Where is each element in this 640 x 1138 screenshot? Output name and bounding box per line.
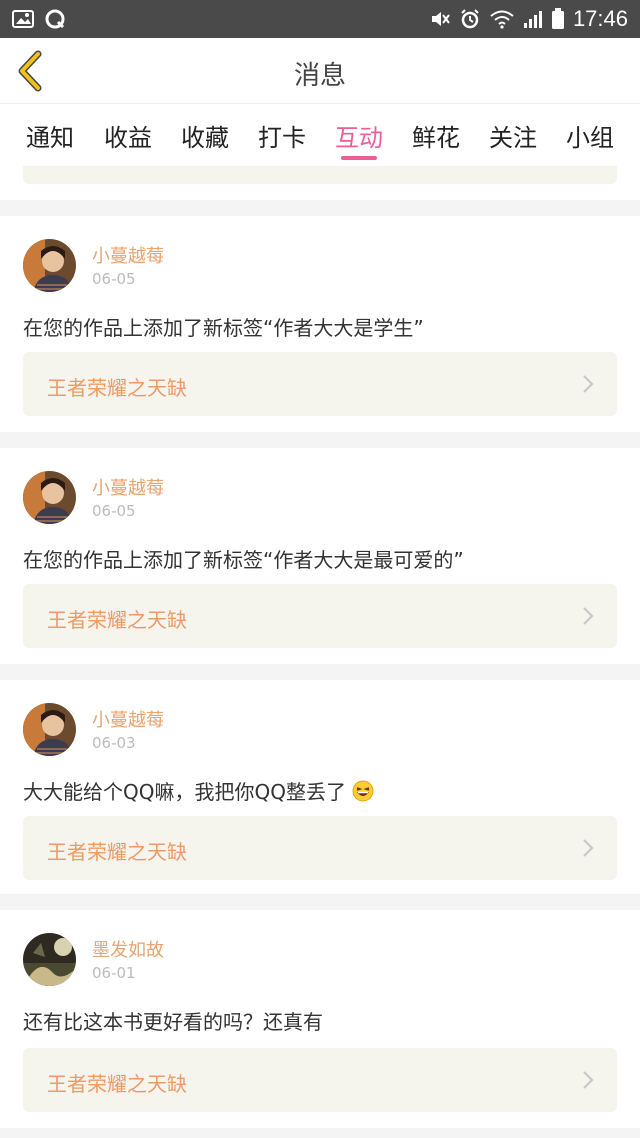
- work-title: 王者荣耀之天缺: [47, 1072, 187, 1096]
- tab-follow[interactable]: 关注: [489, 118, 537, 153]
- avatar-scenery-icon: [23, 933, 76, 986]
- message-card: 小蔓越莓 06-05 在您的作品上添加了新标签“作者大大是学生” 王者荣耀之天缺: [0, 216, 640, 432]
- signal-icon: [523, 11, 542, 28]
- work-title: 王者荣耀之天缺: [47, 840, 187, 864]
- message-date: 06-05: [92, 270, 136, 288]
- work-title: 王者荣耀之天缺: [47, 608, 187, 632]
- battery-icon: [551, 8, 564, 29]
- qq-icon: [45, 9, 65, 29]
- avatar[interactable]: [23, 471, 76, 524]
- avatar-girl-icon: [23, 239, 76, 292]
- chevron-right-icon: [583, 1071, 594, 1089]
- work-link[interactable]: 王者荣耀之天缺: [23, 352, 617, 416]
- message-card: 小蔓越莓 06-03 大大能给个QQ嘛，我把你QQ整丢了 王者荣耀之天缺: [0, 680, 640, 894]
- active-tab-indicator: [341, 156, 377, 160]
- username[interactable]: 小蔓越莓: [92, 706, 164, 732]
- message-text: 还有比这本书更好看的吗？还真有: [23, 1010, 323, 1034]
- message-date: 06-03: [92, 734, 136, 752]
- status-left: [12, 8, 66, 30]
- alarm-icon: [461, 9, 479, 29]
- chevron-right-icon: [583, 839, 594, 857]
- message-card: 墨发如故 06-01 还有比这本书更好看的吗？还真有 王者荣耀之天缺: [0, 910, 640, 1128]
- wifi-icon: [490, 10, 514, 29]
- laughing-emoji-icon: [352, 780, 374, 802]
- work-link[interactable]: 王者荣耀之天缺: [23, 584, 617, 648]
- message-text: 在您的作品上添加了新标签“作者大大是学生”: [23, 316, 424, 340]
- username[interactable]: 小蔓越莓: [92, 242, 164, 268]
- tab-group[interactable]: 小组: [566, 118, 614, 153]
- message-text-row: 大大能给个QQ嘛，我把你QQ整丢了: [23, 776, 374, 805]
- message-date: 06-05: [92, 502, 136, 520]
- message-text: 大大能给个QQ嘛，我把你QQ整丢了: [23, 780, 346, 804]
- status-time: 17:46: [572, 6, 628, 31]
- avatar[interactable]: [23, 933, 76, 986]
- tab-favorites[interactable]: 收藏: [181, 118, 229, 153]
- tab-interaction[interactable]: 互动: [335, 118, 383, 153]
- avatar-girl-icon: [23, 471, 76, 524]
- avatar[interactable]: [23, 239, 76, 292]
- tab-flowers[interactable]: 鲜花: [412, 118, 460, 153]
- avatar-girl-icon: [23, 703, 76, 756]
- message-text: 在您的作品上添加了新标签“作者大大是最可爱的”: [23, 548, 464, 572]
- previous-card-partial: [0, 166, 640, 200]
- image-icon: [12, 10, 34, 28]
- work-link[interactable]: 王者荣耀之天缺: [23, 816, 617, 880]
- tab-earnings[interactable]: 收益: [104, 118, 152, 153]
- tab-checkin[interactable]: 打卡: [258, 118, 306, 153]
- status-bar: 17:46: [0, 0, 640, 38]
- tab-bar: 通知 收益 收藏 打卡 互动 鲜花 关注 小组: [0, 104, 640, 166]
- tab-notify[interactable]: 通知: [26, 118, 74, 153]
- page-title: 消息: [293, 61, 346, 91]
- username[interactable]: 小蔓越莓: [92, 474, 164, 500]
- work-link[interactable]: 王者荣耀之天缺: [23, 1048, 617, 1112]
- chevron-right-icon: [583, 607, 594, 625]
- message-card: 小蔓越莓 06-05 在您的作品上添加了新标签“作者大大是最可爱的” 王者荣耀之…: [0, 448, 640, 664]
- mute-icon: [431, 12, 450, 26]
- message-date: 06-01: [92, 964, 136, 982]
- navbar: 消息: [0, 38, 640, 104]
- previous-work-link[interactable]: [23, 166, 617, 184]
- chevron-right-icon: [583, 375, 594, 393]
- username[interactable]: 墨发如故: [92, 936, 164, 962]
- status-right: 17:46: [429, 6, 628, 32]
- work-title: 王者荣耀之天缺: [47, 376, 187, 400]
- avatar[interactable]: [23, 703, 76, 756]
